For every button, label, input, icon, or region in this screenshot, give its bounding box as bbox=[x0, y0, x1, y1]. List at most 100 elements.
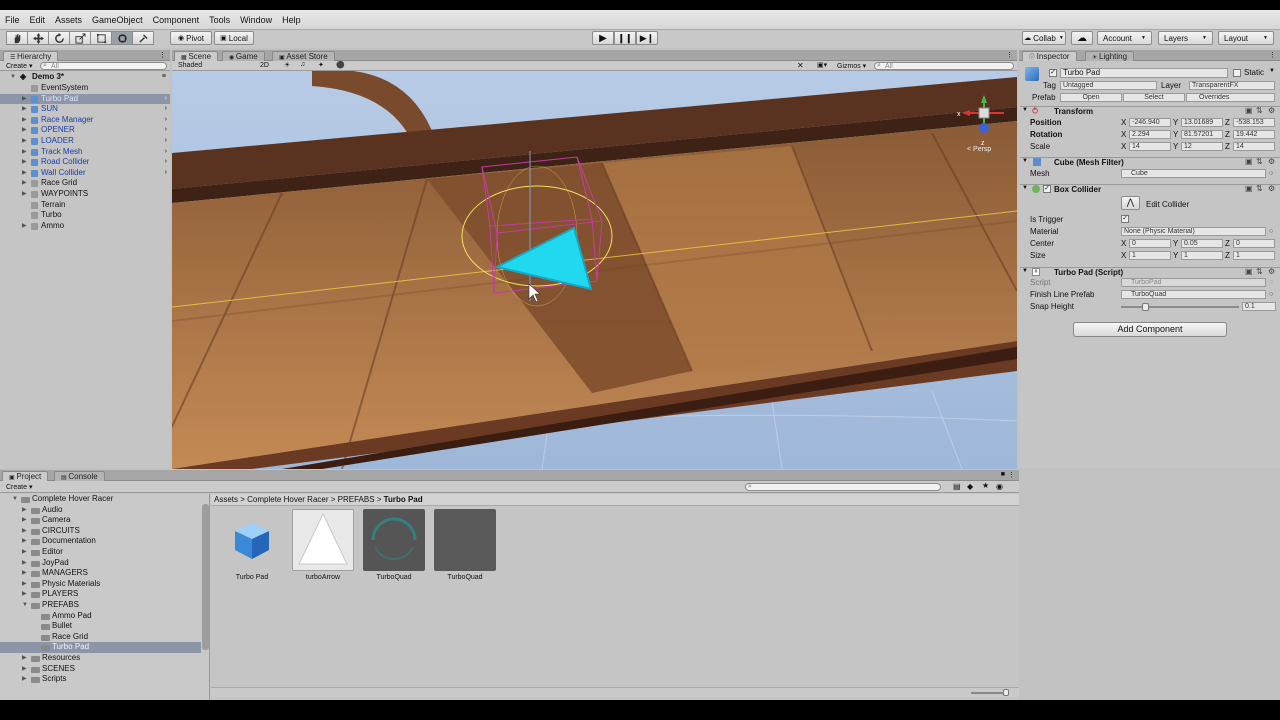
hierarchy-item[interactable]: ▶ Race Grid bbox=[0, 178, 170, 189]
chevron-right-icon[interactable]: ▶ bbox=[22, 526, 27, 536]
chevron-right-icon[interactable]: ▶ bbox=[22, 136, 27, 146]
box-collider-enabled-checkbox[interactable]: ✓ bbox=[1043, 185, 1051, 193]
menu-item-tools[interactable]: Tools bbox=[208, 15, 231, 25]
hierarchy-item[interactable]: Terrain bbox=[0, 200, 170, 211]
effects-toggle-icon[interactable]: ✦ bbox=[318, 61, 324, 69]
chevron-right-icon[interactable]: ▶ bbox=[22, 664, 27, 674]
presets-icon[interactable]: ⇅ bbox=[1256, 268, 1264, 276]
chevron-right-icon[interactable]: ▶ bbox=[22, 547, 27, 557]
edit-collider-button[interactable]: ⋀ bbox=[1121, 196, 1140, 210]
vector-component-field[interactable]: 2.294 bbox=[1129, 130, 1171, 139]
vector-component-field[interactable]: 0.05 bbox=[1181, 239, 1223, 248]
transform-tool-button[interactable] bbox=[111, 31, 132, 45]
project-tree-item[interactable]: ▶ Camera bbox=[0, 515, 201, 526]
lighting-toggle-icon[interactable]: ☀ bbox=[284, 61, 290, 69]
axis-label[interactable]: Z bbox=[1225, 239, 1230, 248]
help-icon[interactable]: ▣ bbox=[1245, 107, 1253, 115]
prefab-open-icon[interactable]: › bbox=[165, 147, 167, 157]
hierarchy-item[interactable]: EventSystem bbox=[0, 83, 170, 94]
hierarchy-item[interactable]: ▶ WAYPOINTS bbox=[0, 189, 170, 200]
collab-dropdown[interactable]: ☁ Collab ▼ bbox=[1022, 31, 1066, 45]
project-tree-item[interactable]: ▶ CIRCUITS bbox=[0, 526, 201, 537]
menu-item-window[interactable]: Window bbox=[239, 15, 273, 25]
account-dropdown[interactable]: Account ▼ bbox=[1097, 31, 1152, 45]
gizmos-dropdown[interactable]: Gizmos ▾ bbox=[837, 62, 866, 70]
finish-line-prefab-field[interactable]: TurboQuad bbox=[1121, 290, 1266, 299]
prefab-open-button[interactable]: Open bbox=[1060, 93, 1122, 102]
is-trigger-checkbox[interactable]: ✓ bbox=[1121, 215, 1129, 223]
hierarchy-item[interactable]: ▶ Wall Collider › bbox=[0, 168, 170, 179]
chevron-right-icon[interactable]: ▶ bbox=[22, 221, 27, 231]
vector-component-field[interactable]: 12 bbox=[1181, 142, 1223, 151]
project-tree-item[interactable]: ▶ Audio bbox=[0, 505, 201, 516]
chevron-right-icon[interactable]: ▶ bbox=[22, 653, 27, 663]
menu-item-edit[interactable]: Edit bbox=[29, 15, 47, 25]
create-dropdown[interactable]: Create ▾ bbox=[6, 483, 32, 491]
project-tree-item[interactable]: Race Grid bbox=[0, 632, 201, 643]
snap-height-slider-knob[interactable] bbox=[1141, 303, 1149, 311]
chevron-down-icon[interactable]: ▼ bbox=[12, 494, 18, 504]
chevron-right-icon[interactable]: ▶ bbox=[22, 94, 27, 104]
chevron-down-icon[interactable]: ▼ bbox=[1022, 158, 1028, 164]
icon-size-slider-knob[interactable] bbox=[1003, 689, 1009, 696]
scale-tool-button[interactable] bbox=[69, 31, 90, 45]
tree-scrollbar[interactable] bbox=[202, 504, 209, 650]
help-icon[interactable]: ▣ bbox=[1245, 185, 1253, 193]
chevron-down-icon[interactable]: ▼ bbox=[1269, 68, 1275, 74]
prefab-open-icon[interactable]: › bbox=[165, 125, 167, 135]
chevron-right-icon[interactable]: ▶ bbox=[22, 157, 27, 167]
persp-label[interactable]: < Persp bbox=[967, 146, 991, 153]
chevron-right-icon[interactable]: ▶ bbox=[22, 505, 27, 515]
snap-height-slider[interactable] bbox=[1121, 303, 1239, 311]
tag-dropdown[interactable]: Untagged bbox=[1060, 81, 1157, 90]
scene-root-row[interactable]: ▼ ◈ Demo 3* ≡ bbox=[0, 72, 170, 83]
pause-button[interactable]: ❙❙ bbox=[614, 31, 636, 45]
layout-dropdown[interactable]: Layout ▼ bbox=[1218, 31, 1274, 45]
project-tree-item[interactable]: ▶ JoyPad bbox=[0, 558, 201, 569]
move-tool-button[interactable] bbox=[27, 31, 48, 45]
rotate-tool-button[interactable] bbox=[48, 31, 69, 45]
object-picker-icon[interactable]: ○ bbox=[1269, 291, 1277, 299]
scene-viewport[interactable]: x z < Persp bbox=[172, 71, 1017, 469]
step-button[interactable]: ▶❙ bbox=[636, 31, 658, 45]
chevron-right-icon[interactable]: ▶ bbox=[22, 589, 27, 599]
scene-search-input[interactable]: All bbox=[874, 62, 1014, 70]
breadcrumb-item[interactable]: PREFABS bbox=[338, 495, 375, 504]
tab-lighting[interactable]: ☀ Lighting bbox=[1085, 51, 1135, 61]
asset-item-ring[interactable]: TurboQuad bbox=[363, 509, 425, 581]
material-field[interactable]: None (Physic Material) bbox=[1121, 227, 1266, 236]
chevron-down-icon[interactable]: ▼ bbox=[1022, 185, 1028, 191]
custom-tool-button[interactable] bbox=[132, 31, 154, 45]
vector-component-field[interactable]: 1 bbox=[1181, 251, 1223, 260]
panel-menu-icon[interactable]: ⋮ bbox=[1269, 51, 1276, 59]
create-dropdown[interactable]: Create ▾ bbox=[6, 62, 32, 70]
icon-size-slider[interactable] bbox=[971, 689, 1009, 696]
vector-component-field[interactable]: -538.153 bbox=[1233, 118, 1275, 127]
hierarchy-item[interactable]: ▶ Turbo Pad › bbox=[0, 93, 170, 105]
static-checkbox[interactable] bbox=[1233, 69, 1241, 77]
project-tree-item[interactable]: ▶ MANAGERS bbox=[0, 568, 201, 579]
menu-item-gameobject[interactable]: GameObject bbox=[91, 15, 144, 25]
presets-icon[interactable]: ⇅ bbox=[1256, 158, 1264, 166]
tab-scene[interactable]: ▦ Scene bbox=[174, 51, 219, 61]
menu-item-assets[interactable]: Assets bbox=[54, 15, 83, 25]
tab-project[interactable]: ▣ Project bbox=[2, 471, 49, 481]
prefab-open-icon[interactable]: › bbox=[165, 136, 167, 146]
axis-label[interactable]: X bbox=[1121, 251, 1126, 260]
axis-label[interactable]: Z bbox=[1225, 251, 1230, 260]
layers-dropdown[interactable]: Layers ▼ bbox=[1158, 31, 1213, 45]
mesh-field[interactable]: Cube bbox=[1121, 169, 1266, 178]
asset-item-quad[interactable]: TurboQuad bbox=[434, 509, 496, 581]
axis-label[interactable]: Z bbox=[1225, 142, 1230, 151]
active-checkbox[interactable]: ✓ bbox=[1049, 69, 1057, 77]
shading-mode-dropdown[interactable]: Shaded bbox=[178, 62, 202, 69]
vector-component-field[interactable]: 0 bbox=[1233, 239, 1275, 248]
project-tree-item[interactable]: ▶ Editor bbox=[0, 547, 201, 558]
scene-menu-icon[interactable]: ≡ bbox=[162, 72, 166, 82]
chevron-right-icon[interactable]: ▶ bbox=[22, 536, 27, 546]
layer-dropdown[interactable]: TransparentFX bbox=[1189, 81, 1275, 90]
project-tree-item[interactable]: ▶ Documentation bbox=[0, 536, 201, 547]
snap-height-field[interactable]: 0.1 bbox=[1242, 302, 1276, 311]
tab-console[interactable]: ▤ Console bbox=[54, 471, 105, 481]
gear-icon[interactable]: ⚙ bbox=[1268, 158, 1276, 166]
